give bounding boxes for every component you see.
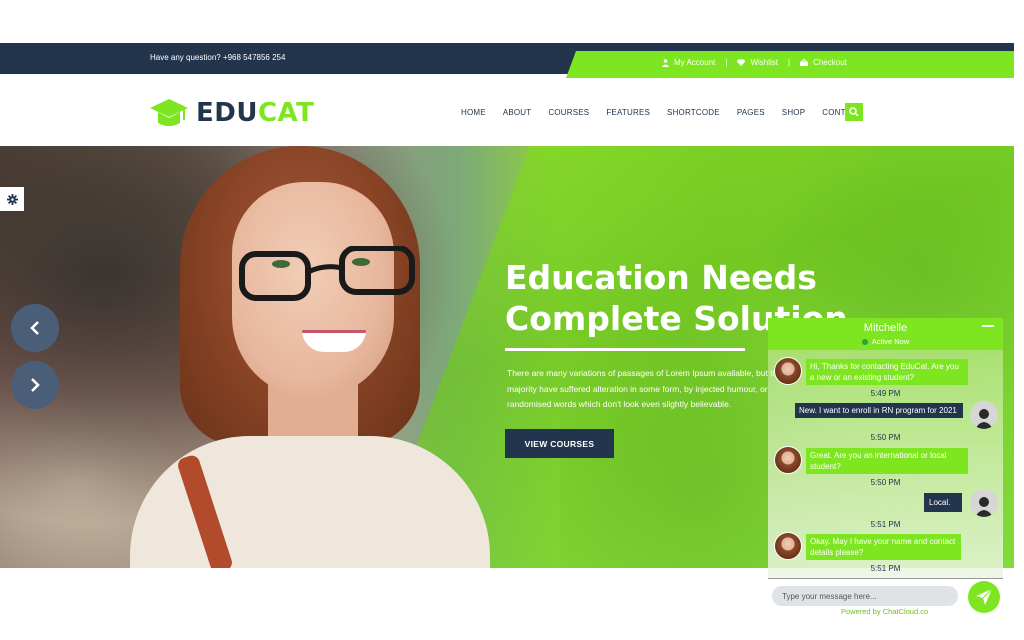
chat-header: Mitchelle Active Now bbox=[768, 318, 1003, 350]
chat-message-input[interactable] bbox=[772, 586, 958, 606]
nav-features[interactable]: FEATURES bbox=[606, 108, 650, 117]
user-avatar-icon bbox=[970, 489, 998, 517]
nav-shortcode[interactable]: SHORTCODE bbox=[667, 108, 720, 117]
page: Have any question? +968 547856 254 My Ac… bbox=[0, 0, 1024, 640]
chat-message-agent: Great. Are you an international or local… bbox=[806, 448, 968, 474]
chat-message-user: New. I want to enroll in RN program for … bbox=[795, 403, 963, 418]
my-account-link[interactable]: My Account bbox=[662, 58, 715, 67]
nav-courses[interactable]: COURSES bbox=[548, 108, 589, 117]
separator: | bbox=[788, 58, 791, 67]
logo-text-cat: CAT bbox=[257, 98, 315, 128]
message-time: 5:51 PM bbox=[870, 520, 901, 529]
prev-slide-button[interactable] bbox=[11, 304, 59, 352]
user-icon bbox=[662, 58, 669, 67]
hero-description: There are many variations of passages of… bbox=[507, 368, 782, 409]
separator: | bbox=[725, 58, 728, 67]
chat-status: Active Now bbox=[768, 337, 1003, 346]
nav-about[interactable]: ABOUT bbox=[503, 108, 532, 117]
gear-icon bbox=[6, 193, 18, 205]
chevron-left-icon bbox=[30, 321, 39, 335]
my-account-label: My Account bbox=[674, 58, 716, 67]
chat-footer: Powered by ChatCloud.co bbox=[768, 578, 1003, 618]
contact-question: Have any question? +968 547856 254 bbox=[150, 53, 286, 62]
message-time: 5:50 PM bbox=[870, 478, 901, 487]
message-time: 5:50 PM bbox=[870, 433, 901, 442]
hero-title-line1: Education Needs bbox=[505, 258, 817, 297]
send-icon bbox=[976, 588, 993, 605]
chevron-right-icon bbox=[31, 378, 40, 392]
logo-text: EDUCAT bbox=[196, 98, 314, 128]
agent-avatar bbox=[774, 532, 802, 560]
glasses-icon bbox=[239, 246, 415, 301]
chat-widget: Mitchelle Active Now Hi, Thanks for cont… bbox=[768, 318, 1003, 618]
chat-message-agent: Okay. May I have your name and contact d… bbox=[806, 534, 961, 560]
chat-status-text: Active Now bbox=[871, 337, 910, 346]
chat-message-agent: Hi, Thanks for contacting EduCat. Are yo… bbox=[806, 359, 968, 385]
agent-avatar bbox=[774, 446, 802, 474]
checkout-link[interactable]: Checkout bbox=[800, 58, 847, 67]
chat-messages: Hi, Thanks for contacting EduCat. Are yo… bbox=[768, 350, 1003, 578]
message-time: 5:49 PM bbox=[870, 389, 901, 398]
chat-message-user: Local. bbox=[924, 493, 962, 512]
main-nav: HOME ABOUT COURSES FEATURES SHORTCODE PA… bbox=[461, 108, 879, 117]
graduation-cap-icon bbox=[150, 99, 188, 126]
settings-toggle[interactable] bbox=[0, 187, 24, 211]
account-links: My Account | Wishlist | Checkout bbox=[662, 58, 847, 67]
search-button[interactable] bbox=[845, 103, 863, 121]
powered-by-text[interactable]: Powered by ChatCloud.co bbox=[841, 607, 928, 616]
search-icon bbox=[849, 107, 859, 117]
minimize-icon[interactable] bbox=[982, 325, 994, 327]
wishlist-link[interactable]: Wishlist bbox=[737, 58, 778, 67]
send-button[interactable] bbox=[968, 581, 1000, 613]
heart-icon bbox=[737, 59, 746, 66]
nav-shop[interactable]: SHOP bbox=[782, 108, 805, 117]
checkout-label: Checkout bbox=[813, 58, 847, 67]
user-avatar-icon bbox=[970, 401, 998, 429]
message-time: 5:51 PM bbox=[870, 564, 901, 573]
hero-photo-shirt bbox=[130, 436, 490, 568]
nav-home[interactable]: HOME bbox=[461, 108, 486, 117]
online-status-icon bbox=[861, 338, 868, 345]
view-courses-button[interactable]: VIEW COURSES bbox=[505, 429, 614, 458]
nav-pages[interactable]: PAGES bbox=[737, 108, 765, 117]
cart-icon bbox=[800, 59, 809, 66]
site-logo[interactable]: EDUCAT bbox=[150, 97, 314, 129]
agent-avatar bbox=[774, 357, 802, 385]
next-slide-button[interactable] bbox=[11, 361, 59, 409]
logo-text-edu: EDU bbox=[196, 98, 258, 128]
hero-divider bbox=[505, 348, 745, 351]
wishlist-label: Wishlist bbox=[750, 58, 778, 67]
chat-agent-name: Mitchelle bbox=[863, 322, 908, 334]
